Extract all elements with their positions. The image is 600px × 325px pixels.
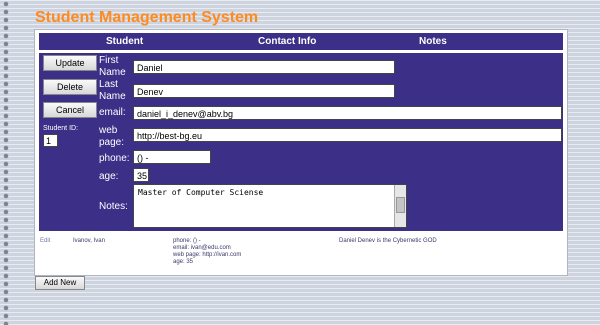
scrollbar-thumb[interactable] [396, 197, 405, 213]
first-name-label: First Name [99, 55, 126, 78]
column-header-contact-info: Contact Info [258, 36, 317, 47]
edit-link[interactable]: Edit [40, 238, 50, 245]
phone-label: phone: [99, 153, 130, 164]
notes-label: Notes: [99, 201, 128, 212]
update-button[interactable]: Update [43, 55, 97, 71]
student-id-label: Student ID: [43, 125, 79, 132]
cancel-button[interactable]: Cancel [43, 102, 97, 118]
column-header-notes: Notes [419, 36, 447, 47]
notes-scrollbar[interactable] [394, 185, 406, 227]
student-name: Ivanov, Ivan [73, 238, 105, 244]
page-title: Student Management System [35, 9, 259, 26]
row-email: email: ivan@edu.com [173, 245, 231, 251]
notebook-spiral-binding [0, 0, 14, 325]
row-phone: phone: () - [173, 238, 201, 244]
web-page-label: web page: [99, 125, 125, 148]
row-web-page: web page: http://ivan.com [173, 252, 242, 258]
row-age: age: 35 [173, 259, 194, 265]
last-name-label: Last Name [99, 79, 126, 102]
age-label: age: [99, 171, 119, 182]
students-panel: Student Contact Info Notes Update Delete… [34, 29, 568, 276]
add-new-button[interactable]: Add New [35, 276, 85, 290]
phone-field[interactable]: () - [133, 150, 211, 164]
first-name-field[interactable]: Daniel [133, 60, 395, 74]
age-field[interactable]: 35 [133, 168, 149, 182]
last-name-field[interactable]: Denev [133, 84, 395, 98]
row-notes: Daniel Denev is the Cybernetic GOD [339, 238, 437, 244]
column-header-student: Student [106, 36, 144, 47]
email-field[interactable]: daniel_i_denev@abv.bg [133, 106, 562, 120]
edit-form-area: Student Contact Info Notes Update Delete… [39, 33, 563, 231]
email-label: email: [99, 107, 126, 118]
header-divider [39, 50, 563, 53]
notes-textarea[interactable]: Master of Computer Sciense [133, 184, 407, 228]
delete-button[interactable]: Delete [43, 79, 97, 95]
web-page-field[interactable]: http://best-bg.eu [133, 128, 562, 142]
notes-text: Master of Computer Sciense [138, 188, 264, 197]
student-id-field[interactable]: 1 [43, 134, 58, 147]
